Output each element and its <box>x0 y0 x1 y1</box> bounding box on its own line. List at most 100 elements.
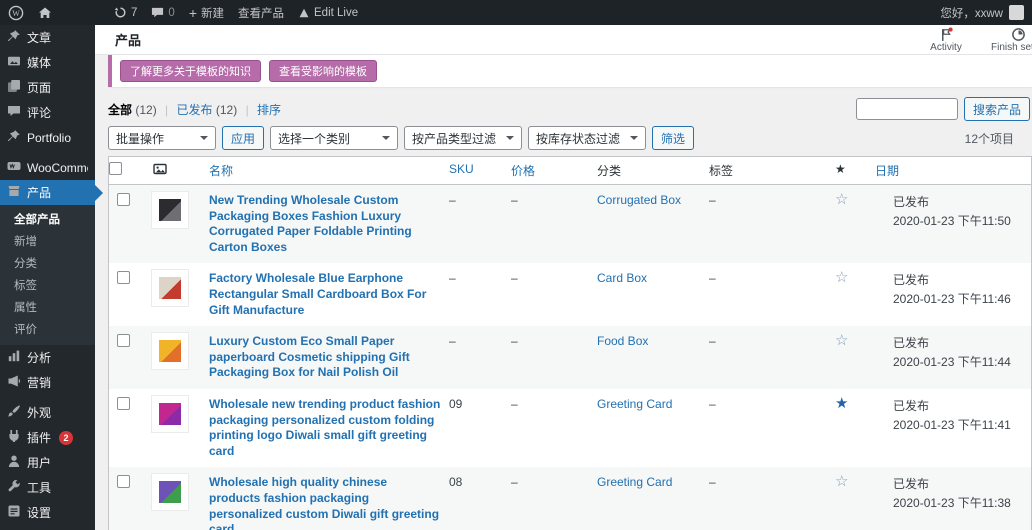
clock-icon <box>1011 27 1026 42</box>
submenu-item-全部产品[interactable]: 全部产品 <box>0 208 95 230</box>
product-date: 2020-01-23 下午11:41 <box>893 416 1023 433</box>
product-category-link[interactable]: Corrugated Box <box>597 193 681 207</box>
product-category-link[interactable]: Greeting Card <box>597 397 672 411</box>
row-checkbox[interactable] <box>117 193 130 206</box>
product-category-link[interactable]: Card Box <box>597 271 647 285</box>
view-published-link[interactable]: 已发布 <box>177 103 213 117</box>
submenu-item-新增[interactable]: 新增 <box>0 230 95 252</box>
search-products-button[interactable]: 搜索产品 <box>964 97 1030 121</box>
sidebar-item-营销[interactable]: 营销 <box>0 370 95 395</box>
updates-icon <box>114 6 127 19</box>
product-price: – <box>511 389 597 467</box>
edit-live-button[interactable]: Edit Live <box>298 7 358 19</box>
sidebar-item-插件[interactable]: 插件 2 <box>0 425 95 450</box>
product-type-filter-select[interactable]: 按产品类型过滤 <box>404 126 522 150</box>
activity-button[interactable]: Activity <box>918 27 974 53</box>
view-sorting-link[interactable]: 排序 <box>257 103 281 117</box>
product-thumbnail[interactable] <box>151 395 189 433</box>
sort-by-name-header[interactable]: 名称 <box>209 164 233 178</box>
items-count: 12个项目 <box>965 130 1014 147</box>
sidebar-item-评论[interactable]: 评论 <box>0 100 95 125</box>
submenu-item-分类[interactable]: 分类 <box>0 252 95 274</box>
submenu-item-标签[interactable]: 标签 <box>0 274 95 296</box>
chevron-down-icon <box>382 136 390 144</box>
product-name-link[interactable]: New Trending Wholesale Custom Packaging … <box>209 193 441 255</box>
submenu-item-评价[interactable]: 评价 <box>0 318 95 340</box>
apply-button[interactable]: 应用 <box>222 126 264 150</box>
wordpress-logo-icon[interactable]: W <box>8 5 24 21</box>
product-thumbnail[interactable] <box>151 473 189 511</box>
product-name-link[interactable]: Factory Wholesale Blue Earphone Rectangu… <box>209 271 441 318</box>
user-icon <box>7 454 21 468</box>
learn-more-button[interactable]: 了解更多关于模板的知识 <box>120 60 261 82</box>
sort-by-price-header[interactable]: 价格 <box>511 164 535 178</box>
avatar[interactable] <box>1009 5 1024 20</box>
row-checkbox[interactable] <box>117 271 130 284</box>
new-content-button[interactable]: + 新建 <box>189 5 224 21</box>
filter-button[interactable]: 筛选 <box>652 126 694 150</box>
product-name-link[interactable]: Luxury Custom Eco Small Paper paperboard… <box>209 334 441 381</box>
category-filter-select[interactable]: 选择一个类别 <box>270 126 398 150</box>
product-name-link[interactable]: Wholesale high quality chinese products … <box>209 475 441 530</box>
view-all-link[interactable]: 全部 <box>108 103 132 117</box>
home-icon[interactable] <box>38 6 52 20</box>
svg-text:W: W <box>12 9 20 18</box>
sidebar-item-页面[interactable]: 页面 <box>0 75 95 100</box>
submenu-item-属性[interactable]: 属性 <box>0 296 95 318</box>
product-sku: 09 <box>449 389 511 467</box>
bulk-actions-select[interactable]: 批量操作 <box>108 126 216 150</box>
product-category-link[interactable]: Food Box <box>597 334 648 348</box>
sidebar-item-Portfolio[interactable]: Portfolio <box>0 125 95 150</box>
brush-icon <box>7 404 21 418</box>
media-icon <box>7 54 21 68</box>
product-status: 已发布 <box>893 334 1023 351</box>
product-thumbnail[interactable] <box>151 269 189 307</box>
sidebar-item-产品[interactable]: 产品 <box>0 180 95 205</box>
product-price: – <box>511 326 597 389</box>
category-column-header: 分类 <box>597 157 709 184</box>
featured-star-icon[interactable]: ★ <box>835 395 848 412</box>
select-all-checkbox[interactable] <box>109 162 122 175</box>
product-thumbnail[interactable] <box>151 191 189 229</box>
sidebar-item-媒体[interactable]: 媒体 <box>0 50 95 75</box>
sidebar-item-外观[interactable]: 外观 <box>0 400 95 425</box>
product-status: 已发布 <box>893 475 1023 492</box>
sort-by-date-header[interactable]: 日期 <box>875 164 899 178</box>
chevron-down-icon <box>200 136 208 144</box>
table-row: New Trending Wholesale Custom Packaging … <box>109 185 1031 263</box>
comment-bubble-icon <box>151 6 164 19</box>
product-name-link[interactable]: Wholesale new trending product fashion p… <box>209 397 441 459</box>
product-sku: 08 <box>449 467 511 530</box>
row-checkbox[interactable] <box>117 475 130 488</box>
featured-star-icon[interactable]: ☆ <box>835 269 848 286</box>
comments-indicator[interactable]: 0 <box>151 6 174 19</box>
featured-star-icon[interactable]: ☆ <box>835 332 848 349</box>
sidebar-item-WooCommerce[interactable]: WooCommerce <box>0 155 95 180</box>
view-product-button[interactable]: 查看产品 <box>238 5 284 21</box>
sidebar-item-文章[interactable]: 文章 <box>0 25 95 50</box>
product-sku: – <box>449 326 511 389</box>
product-thumbnail[interactable] <box>151 332 189 370</box>
product-search: 搜索产品 <box>856 97 1030 121</box>
sidebar-item-分析[interactable]: 分析 <box>0 345 95 370</box>
product-tags: – <box>709 467 835 530</box>
row-checkbox[interactable] <box>117 397 130 410</box>
sidebar-item-设置[interactable]: 设置 <box>0 500 95 525</box>
stock-status-filter-select[interactable]: 按库存状态过滤 <box>528 126 646 150</box>
table-row: Wholesale new trending product fashion p… <box>109 389 1031 467</box>
account-greeting[interactable]: 您好，xxww <box>940 5 1003 21</box>
finish-setup-button[interactable]: Finish setup <box>990 27 1032 53</box>
edit-live-logo-icon <box>298 7 310 19</box>
products-page-content: 了解更多关于模板的知识 查看受影响的模板 全部 (12) | 已发布 (12) … <box>95 55 1032 530</box>
view-affected-templates-button[interactable]: 查看受影响的模板 <box>269 60 377 82</box>
featured-star-icon[interactable]: ☆ <box>835 191 848 208</box>
product-category-link[interactable]: Greeting Card <box>597 475 672 489</box>
sidebar-item-工具[interactable]: 工具 <box>0 475 95 500</box>
sidebar-item-用户[interactable]: 用户 <box>0 450 95 475</box>
chevron-down-icon <box>506 136 514 144</box>
featured-star-icon[interactable]: ☆ <box>835 473 848 490</box>
sort-by-sku-header[interactable]: SKU <box>449 162 474 176</box>
search-input[interactable] <box>856 98 958 120</box>
row-checkbox[interactable] <box>117 334 130 347</box>
updates-indicator[interactable]: 7 <box>114 6 137 19</box>
